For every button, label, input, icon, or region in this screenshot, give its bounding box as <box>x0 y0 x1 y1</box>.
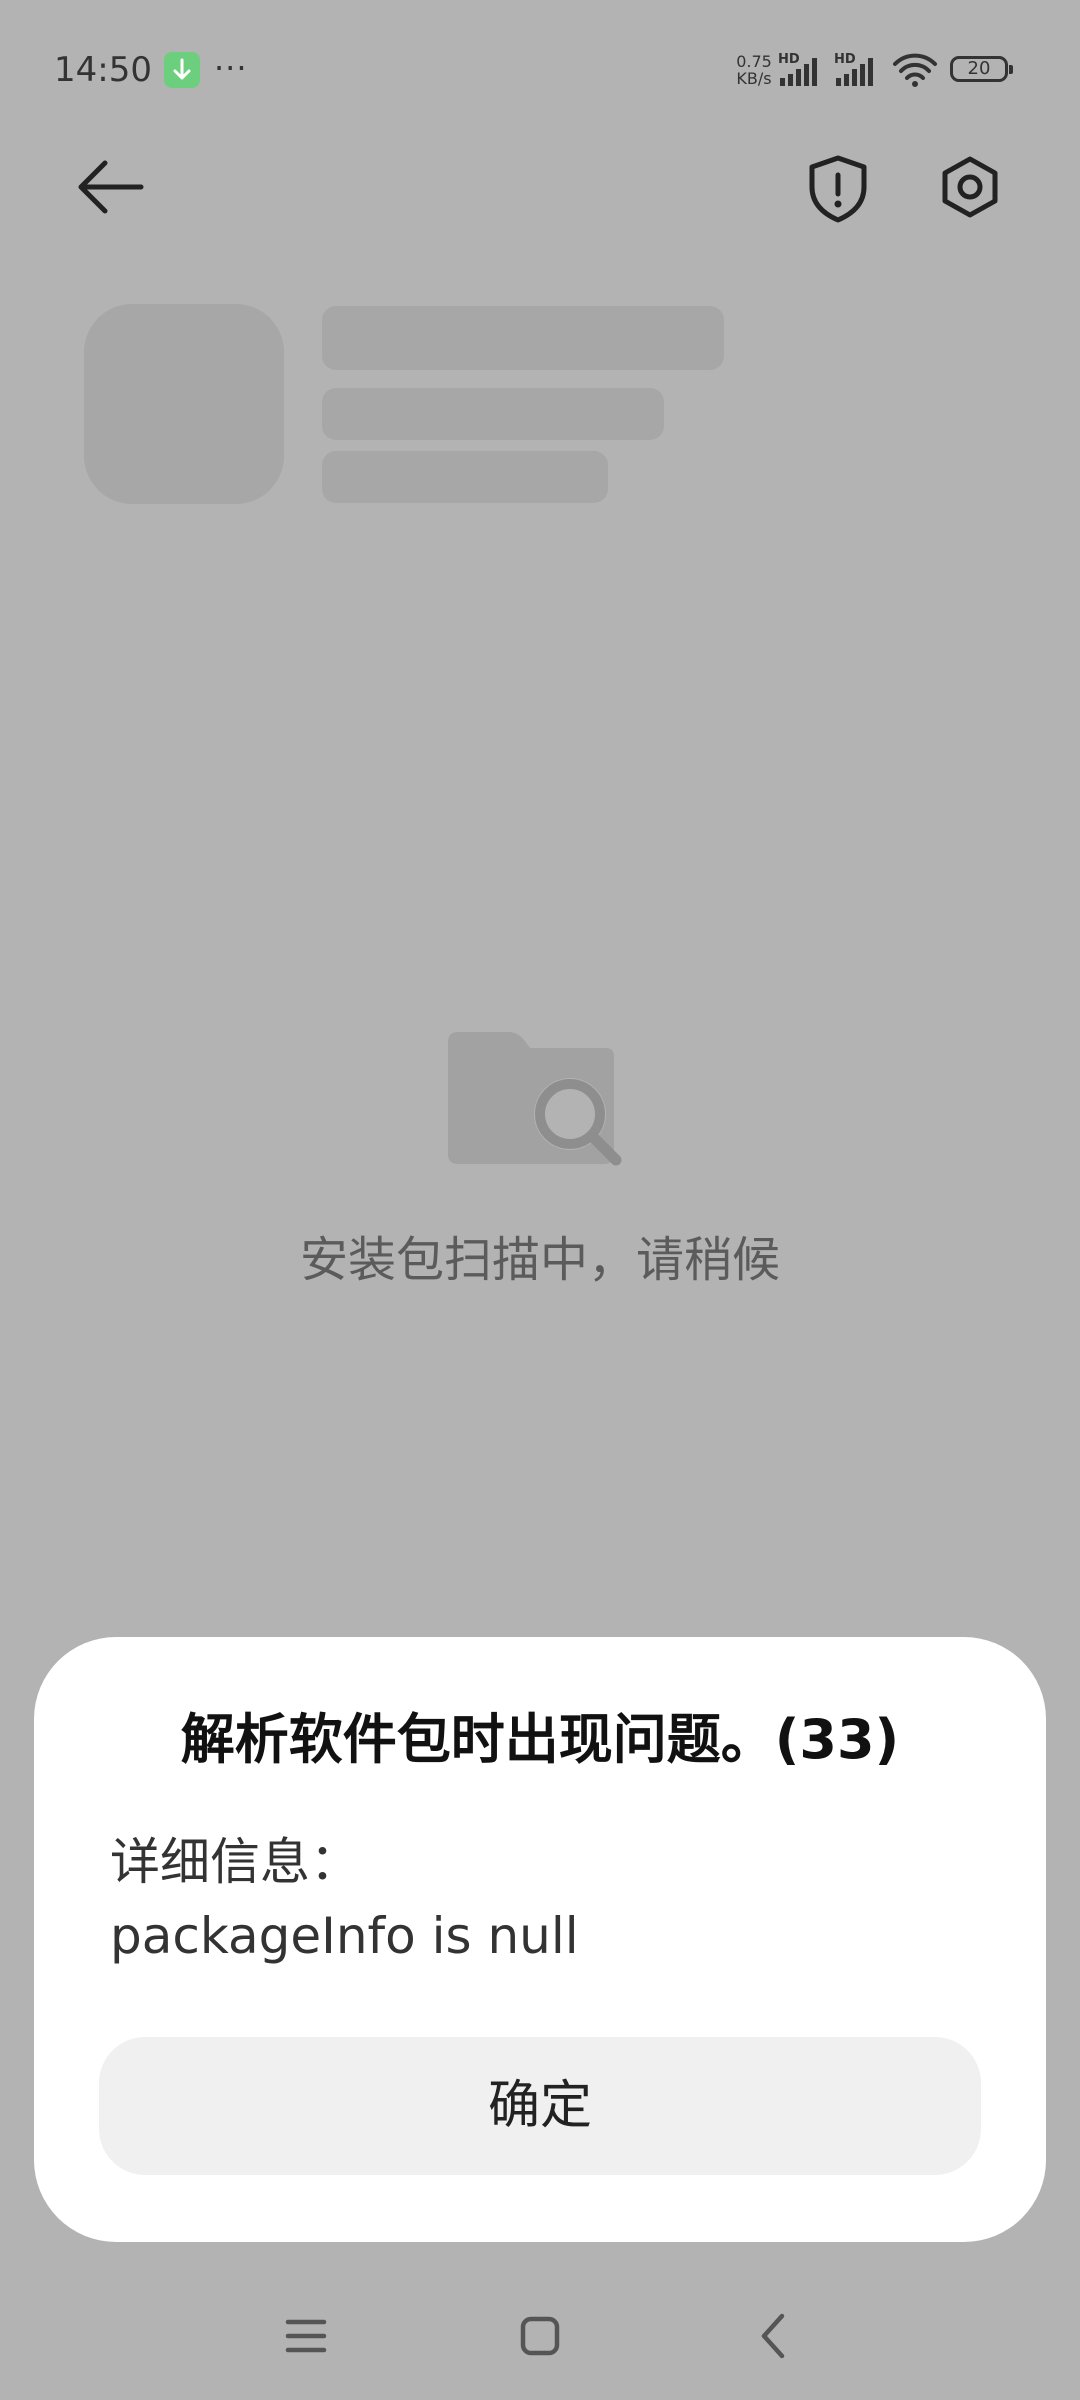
battery-icon: 20 <box>950 56 1013 82</box>
status-bar: 14:50 ··· 0.75 KB/s HD HD 20 <box>0 0 1080 140</box>
scanning-message: 安装包扫描中，请稍候 <box>299 1232 780 1288</box>
back-button[interactable] <box>65 142 155 232</box>
security-button[interactable] <box>793 142 883 232</box>
dialog-title: 解析软件包时出现问题。(33) <box>180 1708 900 1771</box>
detail-label: 详细信息： <box>110 1833 360 1891</box>
status-time: 14:50 <box>54 50 152 90</box>
wifi-icon <box>892 52 938 92</box>
more-notifications-icon: ··· <box>214 49 248 87</box>
back-icon <box>761 2313 785 2359</box>
folder-search-icon <box>446 1028 626 1172</box>
security-shield-icon <box>809 155 867 223</box>
recents-icon <box>285 2319 327 2353</box>
ok-button[interactable]: 确定 <box>99 2037 981 2175</box>
nav-back-button[interactable] <box>734 2296 814 2376</box>
settings-button[interactable] <box>925 142 1015 232</box>
signal-icon: HD <box>778 50 828 94</box>
home-button[interactable] <box>500 2296 580 2376</box>
app-size-placeholder <box>322 451 608 503</box>
back-arrow-icon <box>78 160 144 214</box>
detail-value: packageInfo is null <box>110 1907 579 1965</box>
network-speed-value: 0.75 <box>736 52 772 71</box>
signal-2-label: HD <box>834 52 856 67</box>
error-dialog: 解析软件包时出现问题。(33) 详细信息： packageInfo is nul… <box>34 1637 1046 2242</box>
recents-button[interactable] <box>266 2296 346 2376</box>
signal-icon: HD <box>834 50 884 94</box>
app-version-placeholder <box>322 388 664 440</box>
home-icon <box>520 2316 560 2356</box>
app-name-placeholder <box>322 306 724 370</box>
settings-hexagon-icon <box>942 156 998 218</box>
network-speed: 0.75 KB/s <box>728 53 780 87</box>
download-icon <box>164 52 200 88</box>
app-icon-placeholder <box>84 304 284 504</box>
network-speed-unit: KB/s <box>736 69 772 88</box>
signal-1-label: HD <box>778 52 800 67</box>
